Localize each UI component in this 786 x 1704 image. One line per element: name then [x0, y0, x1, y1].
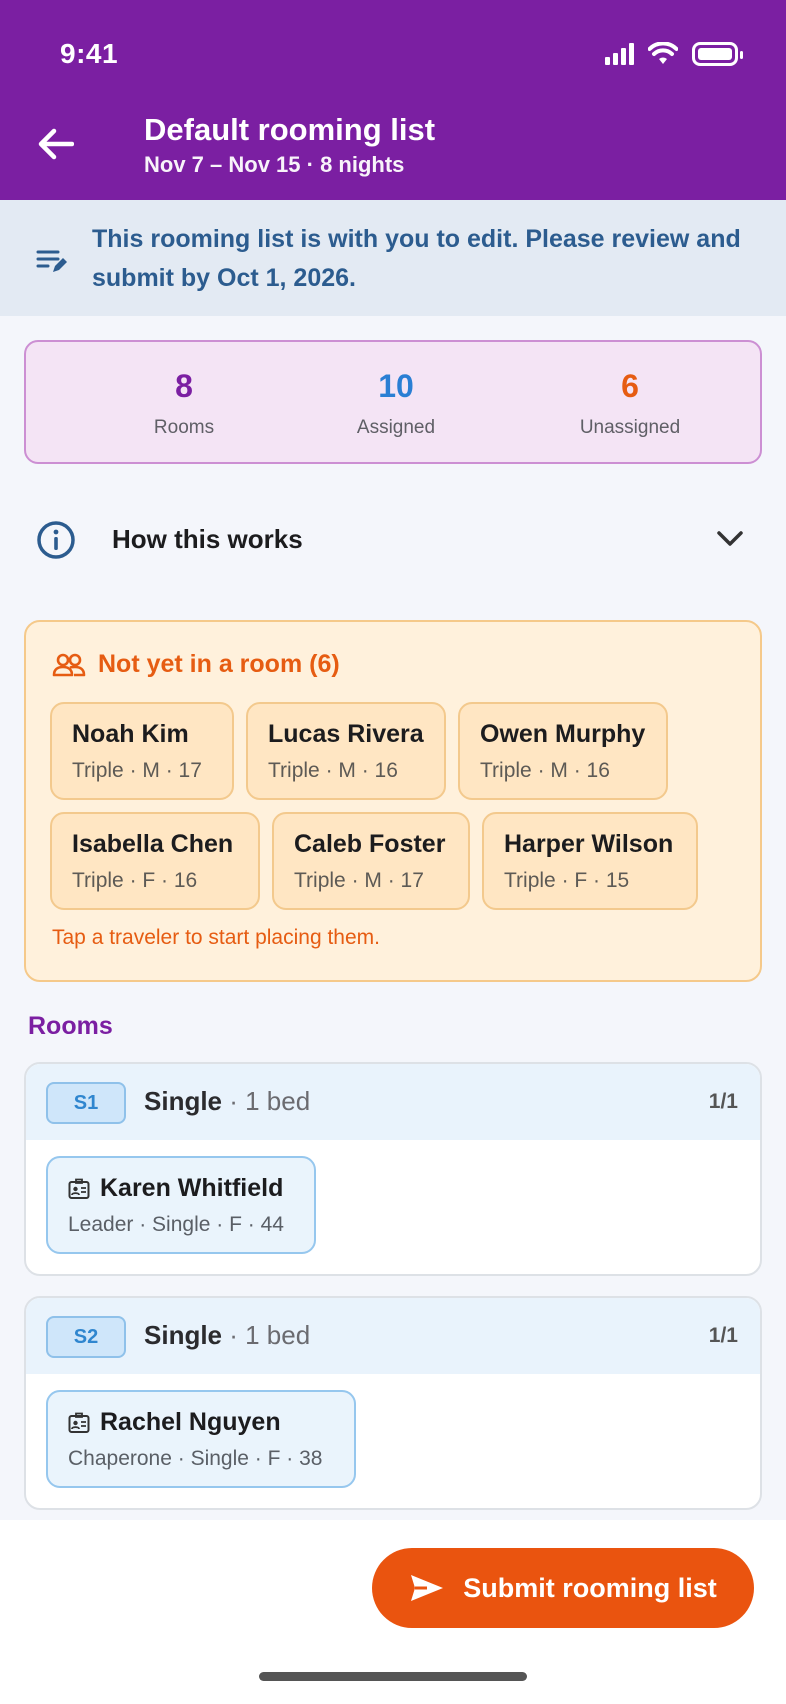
stat-unassigned: 6 Unassigned: [530, 368, 730, 439]
title-block: Default rooming list Nov 7 – Nov 15 · 8 …: [144, 112, 435, 178]
traveler-meta: Triple · M · 17: [72, 759, 202, 782]
unassigned-hint: Tap a traveler to start placing them.: [52, 926, 380, 949]
send-icon: [411, 1575, 444, 1601]
traveler-meta: Triple · M · 17: [294, 869, 424, 892]
occupant-meta: Chaperone · Single · F · 38: [68, 1447, 323, 1470]
traveler-meta: Triple · M · 16: [268, 759, 398, 782]
room-card: S2 Single · 1 bed 1/1 Rachel Nguyen Chap…: [24, 1296, 762, 1510]
stat-assigned-label: Assigned: [356, 417, 436, 438]
room-card: S1 Single · 1 bed 1/1 Karen Whitfield Le…: [24, 1062, 762, 1276]
wifi-icon: [648, 42, 678, 64]
battery-icon: [692, 42, 743, 66]
edit-notice-banner: This rooming list is with you to edit. P…: [0, 200, 786, 316]
traveler-chip[interactable]: Caleb Foster Triple · M · 17: [272, 812, 470, 910]
room-beds: · 1 bed: [222, 1320, 311, 1350]
room-header: S2 Single · 1 bed 1/1: [26, 1298, 760, 1374]
status-icons: [605, 42, 743, 66]
traveler-chip[interactable]: Harper Wilson Triple · F · 15: [482, 812, 698, 910]
traveler-name: Caleb Foster: [294, 830, 446, 858]
room-occupant-chip[interactable]: Rachel Nguyen Chaperone · Single · F · 3…: [46, 1390, 356, 1488]
rooms-heading: Rooms: [28, 1012, 113, 1040]
traveler-name: Owen Murphy: [480, 720, 646, 748]
status-time: 9:41: [60, 38, 119, 69]
how-this-works-label: How this works: [112, 524, 303, 554]
stat-unassigned-label: Unassigned: [579, 417, 681, 438]
stat-rooms: 8 Rooms: [84, 368, 284, 439]
room-type-label: Single: [144, 1320, 223, 1350]
room-type-label: Single: [144, 1086, 223, 1116]
occupant-name: Karen Whitfield: [100, 1174, 284, 1202]
bottom-action-bar: Submit rooming list: [0, 1520, 786, 1704]
how-this-works-toggle[interactable]: How this works: [24, 498, 762, 578]
arrow-left-icon: [38, 128, 74, 160]
room-code-badge: S2: [46, 1316, 126, 1358]
submit-rooming-list-button[interactable]: Submit rooming list: [372, 1548, 754, 1628]
traveler-name: Lucas Rivera: [268, 720, 424, 748]
room-type: Single · 1 bed: [144, 1320, 310, 1351]
stat-assigned-value: 10: [378, 368, 414, 404]
traveler-meta: Triple · M · 16: [480, 759, 610, 782]
occupant-name-row: Rachel Nguyen: [68, 1408, 334, 1437]
room-code-badge: S1: [46, 1082, 126, 1124]
back-button[interactable]: [30, 118, 82, 170]
app-header: 9:41 Default rooming list Nov 7 – Nov 15…: [0, 0, 786, 200]
stat-unassigned-value: 6: [621, 368, 639, 404]
room-occupancy: 1/1: [708, 1324, 738, 1347]
unassigned-travelers-card: Not yet in a room (6) Noah Kim Triple · …: [24, 620, 762, 982]
status-bar: 9:41: [0, 0, 786, 110]
unassigned-header: Not yet in a room (6): [52, 650, 340, 679]
page-title: Default rooming list: [144, 112, 436, 147]
edit-list-icon: [36, 250, 67, 272]
chevron-down-icon: [717, 531, 743, 546]
people-icon: [52, 653, 86, 676]
traveler-meta: Triple · F · 16: [72, 869, 198, 892]
stat-rooms-value: 8: [175, 368, 193, 404]
traveler-name: Noah Kim: [72, 720, 189, 748]
traveler-name: Isabella Chen: [72, 830, 234, 858]
id-badge-icon: [68, 1412, 90, 1433]
home-indicator: [259, 1672, 527, 1681]
occupant-name: Rachel Nguyen: [100, 1408, 281, 1436]
room-type: Single · 1 bed: [144, 1086, 310, 1117]
stat-assigned: 10 Assigned: [296, 368, 496, 439]
info-icon: [37, 521, 75, 559]
id-badge-icon: [68, 1178, 90, 1199]
traveler-name: Harper Wilson: [504, 830, 674, 858]
notice-text: This rooming list is with you to edit. P…: [92, 225, 741, 292]
traveler-chip[interactable]: Owen Murphy Triple · M · 16: [458, 702, 668, 800]
room-header: S1 Single · 1 bed 1/1: [26, 1064, 760, 1140]
room-beds: · 1 bed: [222, 1086, 311, 1116]
occupant-name-row: Karen Whitfield: [68, 1174, 294, 1203]
room-occupant-chip[interactable]: Karen Whitfield Leader · Single · F · 44: [46, 1156, 316, 1254]
traveler-meta: Triple · F · 15: [504, 869, 630, 892]
traveler-chip[interactable]: Lucas Rivera Triple · M · 16: [246, 702, 446, 800]
stat-rooms-label: Rooms: [153, 417, 215, 438]
unassigned-title: Not yet in a room (6): [98, 650, 340, 678]
cellular-signal-icon: [605, 43, 634, 65]
traveler-chip[interactable]: Isabella Chen Triple · F · 16: [50, 812, 260, 910]
stats-summary: 8 Rooms 10 Assigned 6 Unassigned: [24, 340, 762, 464]
occupant-meta: Leader · Single · F · 44: [68, 1213, 284, 1236]
submit-label: Submit rooming list: [463, 1572, 717, 1603]
trip-dates: Nov 7 – Nov 15 · 8 nights: [144, 152, 405, 177]
traveler-chip[interactable]: Noah Kim Triple · M · 17: [50, 702, 234, 800]
room-occupancy: 1/1: [708, 1090, 738, 1113]
